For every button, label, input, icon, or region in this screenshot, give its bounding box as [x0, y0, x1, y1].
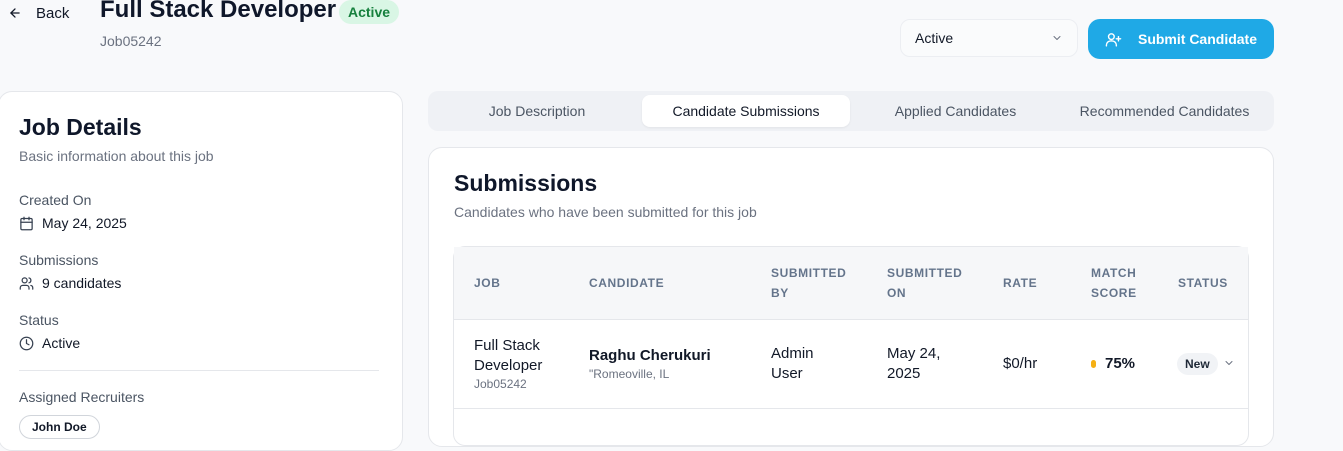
created-on-text: May 24, 2025	[42, 215, 127, 231]
column-header-submitted-by: SUBMITTED BY	[771, 266, 847, 300]
tab-job-description[interactable]: Job Description	[444, 95, 630, 127]
tab-candidate-submissions[interactable]: Candidate Submissions	[642, 95, 850, 127]
row-candidate-name[interactable]: Raghu Cherukuri	[589, 346, 711, 366]
submit-candidate-label: Submit Candidate	[1137, 31, 1257, 47]
job-details-subtitle: Basic information about this job	[19, 148, 214, 164]
divider	[19, 370, 379, 371]
submissions-description: Candidates who have been submitted for t…	[454, 204, 757, 220]
job-details-title: Job Details	[19, 114, 142, 140]
user-plus-icon	[1105, 32, 1122, 47]
status-select[interactable]: Active	[900, 19, 1078, 57]
column-header-match-score: MATCH SCORE	[1091, 266, 1137, 300]
submissions-value: 9 candidates	[19, 275, 121, 291]
arrow-left-icon	[10, 8, 20, 18]
row-submitted-on: May 24, 2025	[887, 345, 941, 382]
column-header-job: JOB	[474, 276, 501, 290]
column-header-status: STATUS	[1178, 276, 1228, 290]
users-icon	[19, 276, 34, 290]
clock-icon	[19, 336, 34, 350]
submit-candidate-button[interactable]: Submit Candidate	[1088, 19, 1274, 59]
column-header-rate: RATE	[1003, 276, 1038, 290]
row-match-score: 75%	[1105, 355, 1136, 372]
created-on-value: May 24, 2025	[19, 215, 127, 231]
row-job-id: Job05242	[474, 377, 527, 391]
column-header-submitted-on: SUBMITTED ON	[887, 266, 963, 300]
submissions-title: Submissions	[454, 170, 598, 196]
tab-applied-candidates[interactable]: Applied Candidates	[862, 95, 1049, 127]
chevron-down-icon	[1053, 36, 1061, 40]
row-status-badge[interactable]: New	[1177, 353, 1218, 375]
row-candidate-location: "Romeoville, IL	[589, 367, 670, 381]
back-label: Back	[36, 4, 70, 22]
assigned-recruiters-label: Assigned Recruiters	[19, 389, 145, 405]
status-text: Active	[42, 335, 81, 351]
job-id: Job05242	[100, 33, 162, 49]
row-rate: $0/hr	[1003, 355, 1038, 372]
status-value: Active	[19, 335, 80, 351]
tab-recommended-candidates[interactable]: Recommended Candidates	[1061, 95, 1268, 127]
match-score-indicator	[1091, 360, 1096, 368]
created-on-label: Created On	[19, 192, 92, 208]
column-header-candidate: CANDIDATE	[589, 276, 665, 290]
submissions-label: Submissions	[19, 252, 99, 268]
status-select-value: Active	[915, 30, 954, 46]
row-job-title[interactable]: Full Stack Developer	[474, 336, 542, 376]
back-button[interactable]: Back	[8, 2, 69, 24]
row-submitted-by: Admin User	[771, 345, 814, 382]
calendar-icon	[20, 216, 33, 230]
status-badge: Active	[339, 0, 400, 24]
status-label: Status	[19, 312, 59, 328]
submissions-text: 9 candidates	[42, 275, 122, 291]
chevron-down-icon[interactable]	[1223, 357, 1235, 369]
row-divider	[454, 408, 1248, 409]
page-title: Full Stack Developer	[100, 0, 337, 23]
recruiter-chip: John Doe	[19, 415, 100, 439]
